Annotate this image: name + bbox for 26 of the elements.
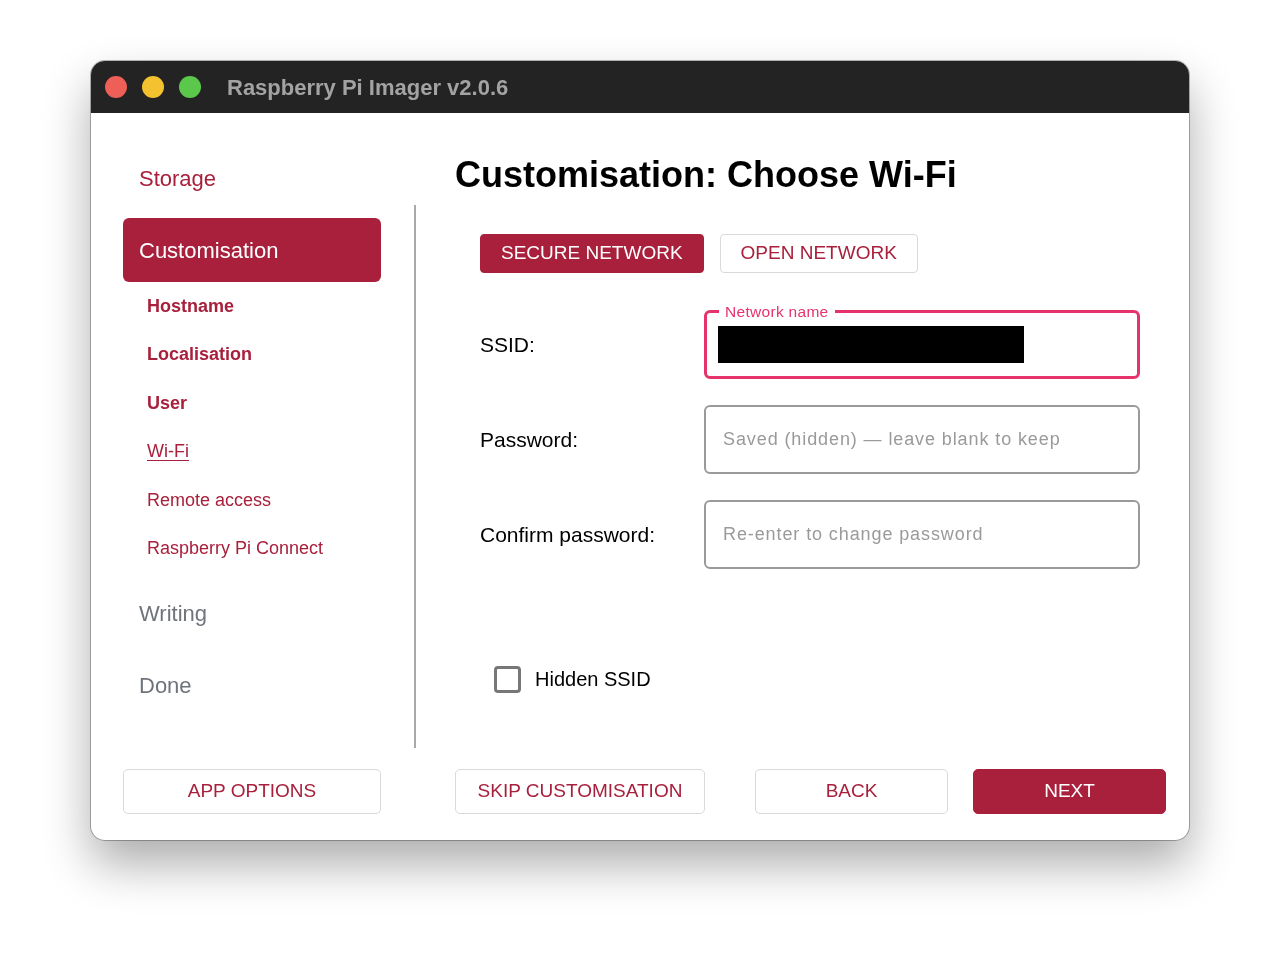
field-label: Confirm password: bbox=[480, 522, 656, 546]
checkbox[interactable] bbox=[494, 665, 521, 693]
input-field[interactable]: Re-enter to change password bbox=[704, 500, 1140, 569]
checkbox-label: Hidden SSID bbox=[535, 667, 651, 692]
window-title: Raspberry Pi Imager v2.0.6 bbox=[227, 73, 509, 102]
sidebar-substep[interactable]: Localisation bbox=[147, 341, 253, 369]
sidebar-substep[interactable]: Hostname bbox=[147, 292, 235, 320]
network-tab[interactable]: OPEN NETWORK bbox=[719, 234, 918, 273]
field-label: SSID: bbox=[480, 332, 535, 356]
network-tab[interactable]: SECURE NETWORK bbox=[480, 234, 704, 273]
sidebar-substep[interactable]: Remote access bbox=[147, 486, 272, 514]
sidebar-step[interactable]: Customisation bbox=[123, 218, 381, 282]
sidebar-substep[interactable]: User bbox=[147, 389, 188, 417]
maximize-icon[interactable] bbox=[179, 76, 201, 98]
sidebar-step[interactable]: Storage bbox=[139, 161, 217, 195]
app-options-button[interactable]: APP OPTIONS bbox=[123, 769, 381, 814]
sidebar-substep[interactable]: Raspberry Pi Connect bbox=[147, 535, 324, 563]
input-field[interactable]: Saved (hidden) — leave blank to keep bbox=[704, 405, 1140, 474]
skip-button[interactable]: SKIP CUSTOMISATION bbox=[455, 769, 705, 814]
minimize-icon[interactable] bbox=[142, 76, 164, 98]
close-icon[interactable] bbox=[105, 76, 127, 98]
next-button[interactable]: NEXT bbox=[973, 769, 1166, 814]
back-button[interactable]: BACK bbox=[755, 769, 948, 814]
sidebar-substep[interactable]: Wi-Fi bbox=[147, 438, 189, 466]
field-label: Password: bbox=[480, 427, 579, 451]
page-heading: Customisation: Choose Wi-Fi bbox=[455, 153, 957, 196]
